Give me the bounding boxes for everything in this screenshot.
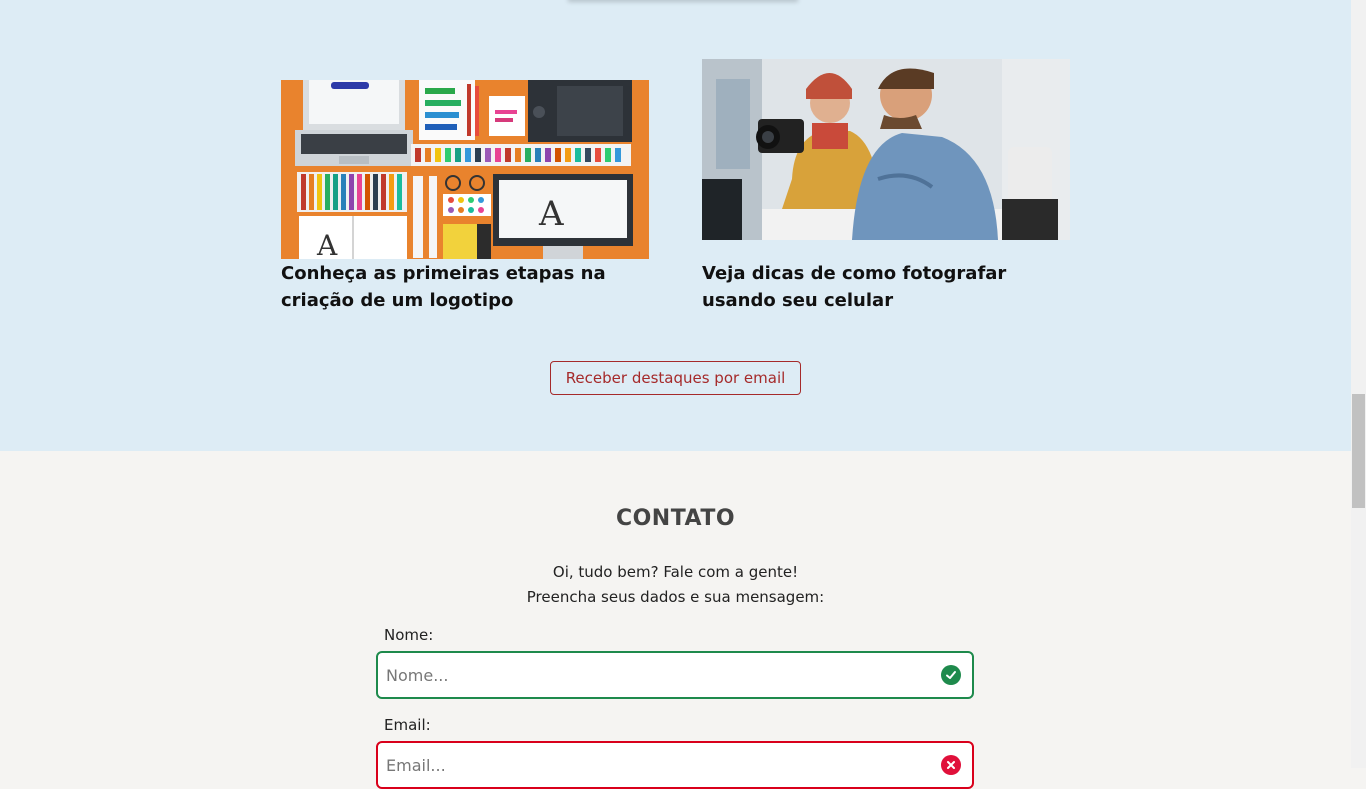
contact-intro-line: Preencha seus dados e sua mensagem: <box>526 588 825 606</box>
article-title[interactable]: Veja dicas de como fotografar usando seu… <box>702 260 1082 314</box>
check-circle-icon <box>941 665 961 685</box>
contact-intro-line: Oi, tudo bem? Fale com a gente! <box>552 563 799 581</box>
email-field[interactable] <box>376 741 974 789</box>
highlights-section: A A Conheça as primeiras etapas na criaç… <box>0 0 1351 451</box>
article-title[interactable]: Conheça as primeiras etapas na criação d… <box>281 260 661 314</box>
article-image-design[interactable]: A A <box>281 80 649 259</box>
scrollbar-thumb[interactable] <box>1352 394 1365 508</box>
article-card[interactable]: A A Conheça as primeiras etapas na criaç… <box>281 80 649 311</box>
svg-text:A: A <box>316 229 338 259</box>
page-scrollbar[interactable] <box>1351 0 1366 768</box>
svg-text:A: A <box>538 194 564 234</box>
subscribe-email-button[interactable]: Receber destaques por email <box>550 361 801 395</box>
article-image-photography[interactable] <box>702 59 1070 240</box>
x-circle-icon <box>941 755 961 775</box>
email-label: Email: <box>384 716 431 734</box>
article-card[interactable]: Veja dicas de como fotografar usando seu… <box>702 59 1070 311</box>
contact-heading: CONTATO <box>615 506 736 531</box>
email-input[interactable] <box>386 743 926 787</box>
name-label: Nome: <box>384 626 434 644</box>
name-field[interactable] <box>376 651 974 699</box>
name-input[interactable] <box>386 653 926 697</box>
